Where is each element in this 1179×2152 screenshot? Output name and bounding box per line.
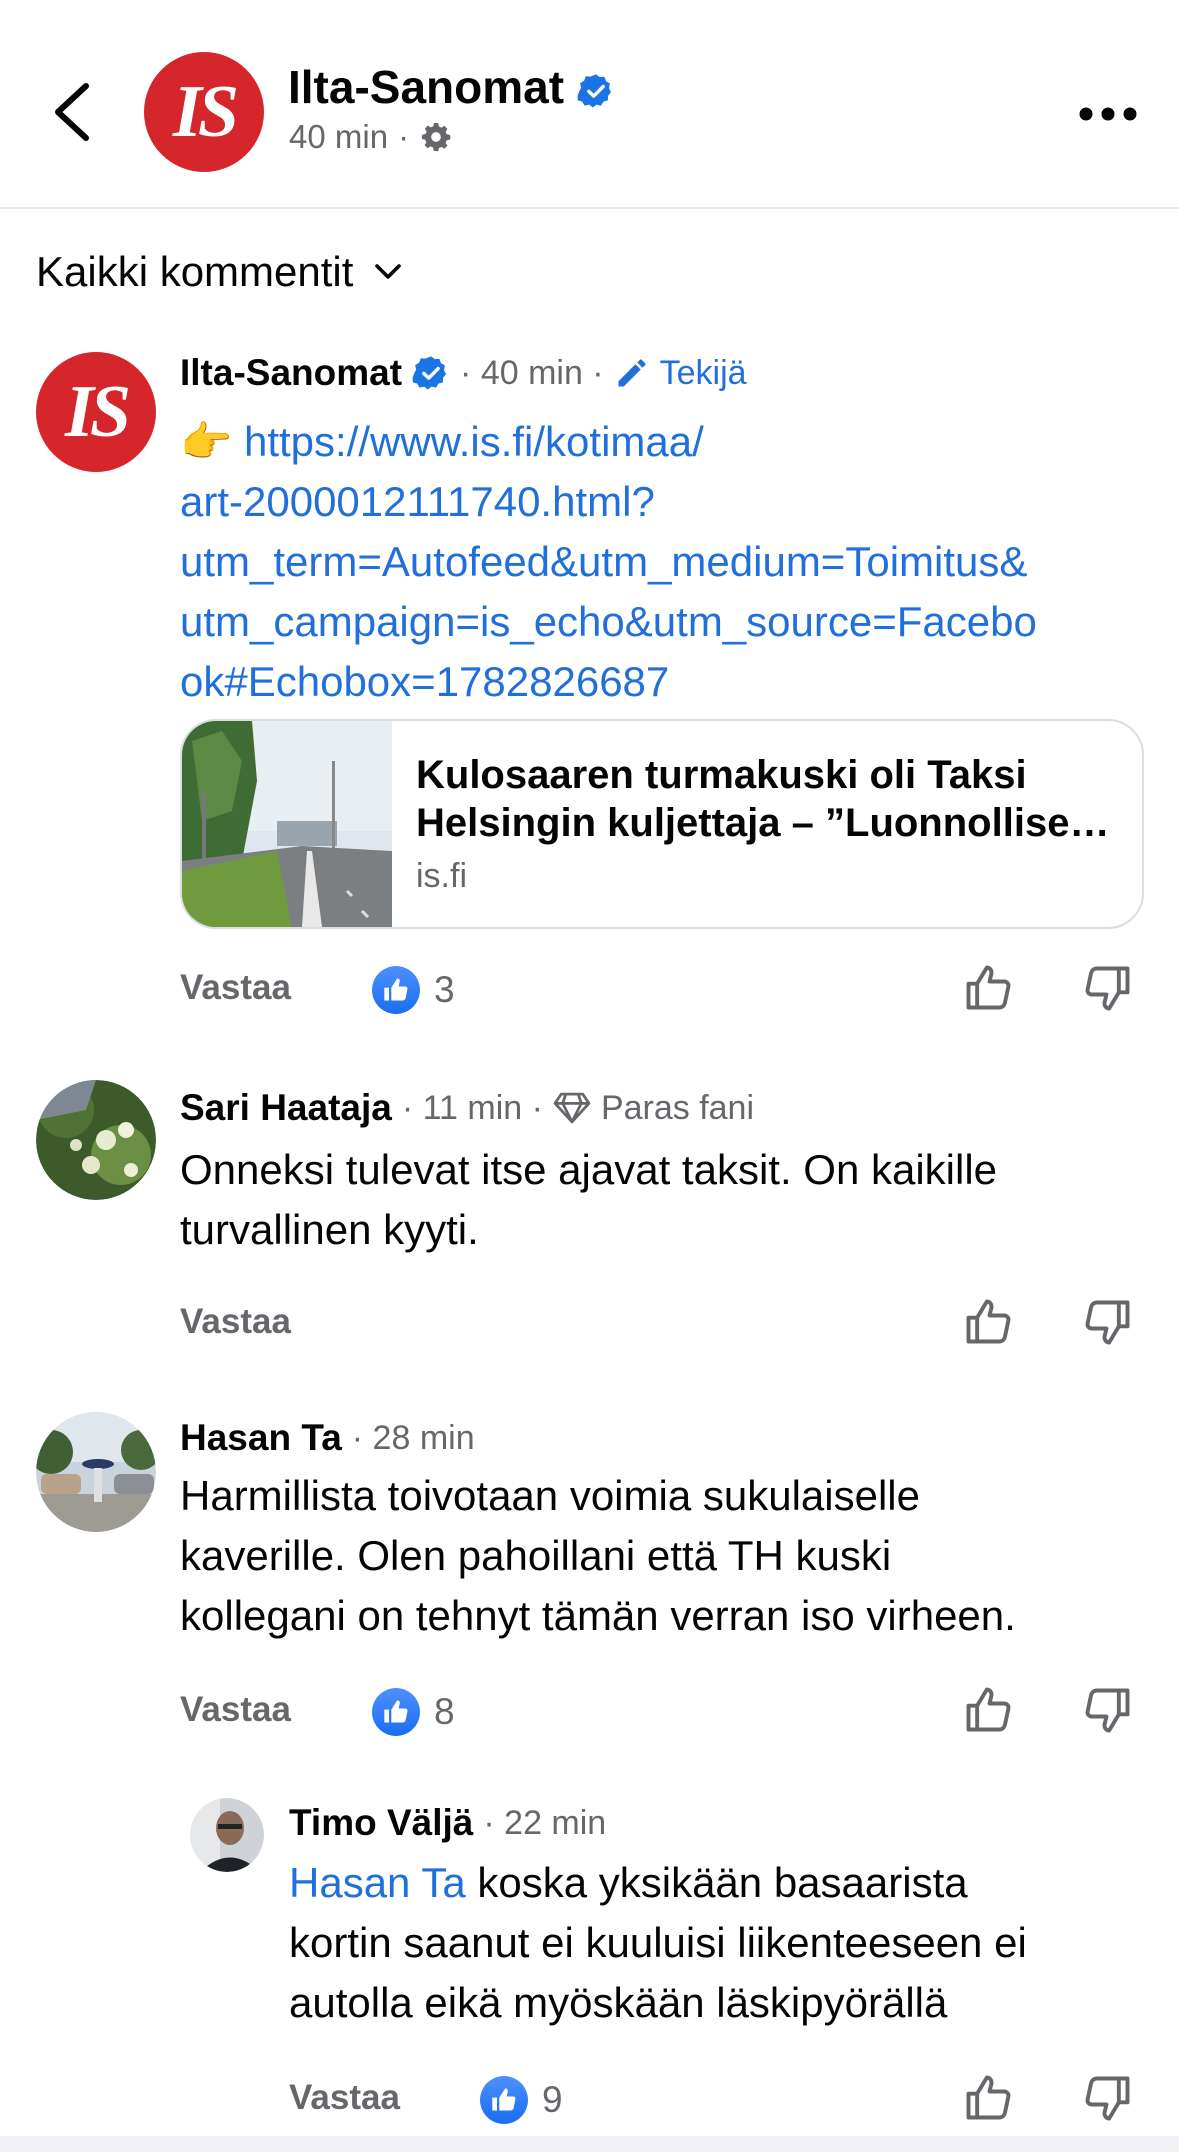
reaction-summary[interactable]: 8	[372, 1688, 455, 1736]
thumbs-up-icon[interactable]	[962, 1684, 1014, 1736]
like-count: 8	[434, 1691, 455, 1732]
comment-body: Hasan Ta koska yksikään basaarista korti…	[289, 1853, 1169, 2033]
post-meta: 40 min ·	[289, 118, 453, 156]
user-avatar[interactable]	[36, 1412, 156, 1532]
comment-author[interactable]: Sari Haataja	[180, 1087, 392, 1129]
comment-header: Hasan Ta · 28 min	[180, 1417, 475, 1459]
more-dots-icon[interactable]	[1078, 106, 1138, 122]
comment-header: Ilta-Sanomat · 40 min · Tekijä	[180, 352, 747, 394]
reply-button[interactable]: Vastaa	[180, 1302, 291, 1342]
comment-link[interactable]: ok#Echobox=1782826687	[180, 652, 1160, 712]
page-name-text: Ilta-Sanomat	[288, 61, 565, 113]
like-reaction-icon	[480, 2076, 528, 2124]
author-badge[interactable]: Tekijä	[660, 354, 747, 393]
like-count: 3	[434, 969, 455, 1010]
filter-label: Kaikki kommentit	[36, 248, 354, 295]
comment-filter-dropdown[interactable]: Kaikki kommentit	[36, 248, 403, 296]
comment-time: · 22 min	[483, 1803, 607, 1842]
comment-author[interactable]: Timo Väljä	[289, 1802, 473, 1844]
thumbs-down-icon[interactable]	[1082, 1296, 1134, 1348]
pencil-icon	[618, 359, 646, 387]
comment-header: Sari Haataja · 11 min · Paras fani	[180, 1087, 754, 1129]
user-mention[interactable]: Hasan Ta	[289, 1859, 466, 1906]
comment-header: Timo Väljä · 22 min	[289, 1802, 606, 1844]
thumbs-down-icon[interactable]	[1082, 1684, 1134, 1736]
comment-link[interactable]: utm_term=Autofeed&utm_medium=Toimitus&	[180, 532, 1160, 592]
comment-author[interactable]: Ilta-Sanomat	[180, 352, 402, 394]
logo-text: IS	[65, 370, 131, 453]
comment-text-line: kaverille. Olen pahoillani että TH kuski	[180, 1532, 892, 1579]
like-reaction-icon	[372, 966, 420, 1014]
comment-time: · 11 min ·	[401, 1088, 543, 1127]
verified-badge-icon	[412, 356, 447, 390]
comment-body: Harmillista toivotaan voimia sukulaisell…	[180, 1466, 1160, 1646]
meta-separator: ·	[398, 118, 410, 155]
reaction-summary[interactable]: 3	[372, 966, 455, 1014]
logo-text: IS	[173, 70, 239, 153]
article-title-line: Helsingin kuljettaja – ”Luonnollisesti	[416, 801, 1116, 845]
reply-button[interactable]: Vastaa	[180, 968, 291, 1008]
reply-button[interactable]: Vastaa	[289, 2078, 400, 2118]
thumbs-up-icon[interactable]	[962, 962, 1014, 1014]
comment-author[interactable]: Hasan Ta	[180, 1417, 342, 1459]
link-preview-card[interactable]: Kulosaaren turmakuski oli Taksi Helsingi…	[180, 719, 1144, 929]
article-domain: is.fi	[416, 857, 467, 895]
user-avatar[interactable]	[36, 1080, 156, 1200]
article-title-line: Kulosaaren turmakuski oli Taksi	[416, 753, 1027, 797]
comment-text-line: Onneksi tulevat itse ajavat taksit. On k…	[180, 1146, 998, 1193]
comment-link[interactable]: art-2000012111740.html?	[180, 472, 1160, 532]
like-count: 9	[542, 2079, 563, 2120]
page-avatar[interactable]: IS	[144, 52, 264, 172]
comment-time: · 28 min	[351, 1418, 475, 1457]
chevron-left-icon[interactable]	[50, 80, 94, 144]
pointing-hand-icon: 👉	[180, 418, 233, 465]
comment-text-line: Harmillista toivotaan voimia sukulaisell…	[180, 1472, 920, 1519]
fan-badge: Paras fani	[600, 1088, 755, 1127]
thumbs-down-icon[interactable]	[1082, 2072, 1134, 2124]
page-name[interactable]: Ilta-Sanomat	[288, 60, 615, 114]
comment-body: 👉 https://www.is.fi/kotimaa/ art-2000012…	[180, 412, 1160, 712]
bottom-edge	[0, 2136, 1179, 2152]
comment-avatar[interactable]: IS	[36, 352, 156, 472]
thumbs-up-icon[interactable]	[962, 2072, 1014, 2124]
comment-text-line: kortin saanut ei kuuluisi liikenteeseen …	[289, 1919, 1027, 1966]
comment-text-line: turvallinen kyyti.	[180, 1206, 479, 1253]
thumbs-up-icon[interactable]	[962, 1296, 1014, 1348]
diamond-icon	[553, 1092, 591, 1124]
comment-body: Onneksi tulevat itse ajavat taksit. On k…	[180, 1140, 1160, 1260]
comment-text-line: autolla eikä myöskään läskipyörällä	[289, 1979, 948, 2026]
like-reaction-icon	[372, 1688, 420, 1736]
reply-button[interactable]: Vastaa	[180, 1690, 291, 1730]
article-thumbnail	[182, 721, 392, 927]
chevron-down-icon	[375, 264, 402, 279]
comment-link[interactable]: https://www.is.fi/kotimaa/	[244, 418, 704, 465]
comment-text-line: koska yksikään basaarista	[465, 1859, 968, 1906]
comment-time: · 40 min ·	[460, 353, 604, 392]
comment-link[interactable]: utm_campaign=is_echo&utm_source=Facebo	[180, 592, 1160, 652]
reaction-summary[interactable]: 9	[480, 2076, 563, 2124]
user-avatar[interactable]	[190, 1798, 264, 1872]
post-time: 40 min	[289, 118, 389, 155]
thumbs-down-icon[interactable]	[1082, 962, 1134, 1014]
post-header: IS Ilta-Sanomat 40 min ·	[0, 0, 1179, 209]
verified-badge-icon	[577, 74, 611, 108]
article-title: Kulosaaren turmakuski oli Taksi Helsingi…	[416, 751, 1116, 847]
gear-icon	[421, 122, 451, 152]
comment-text-line: kollegani on tehnyt tämän verran iso vir…	[180, 1592, 1016, 1639]
